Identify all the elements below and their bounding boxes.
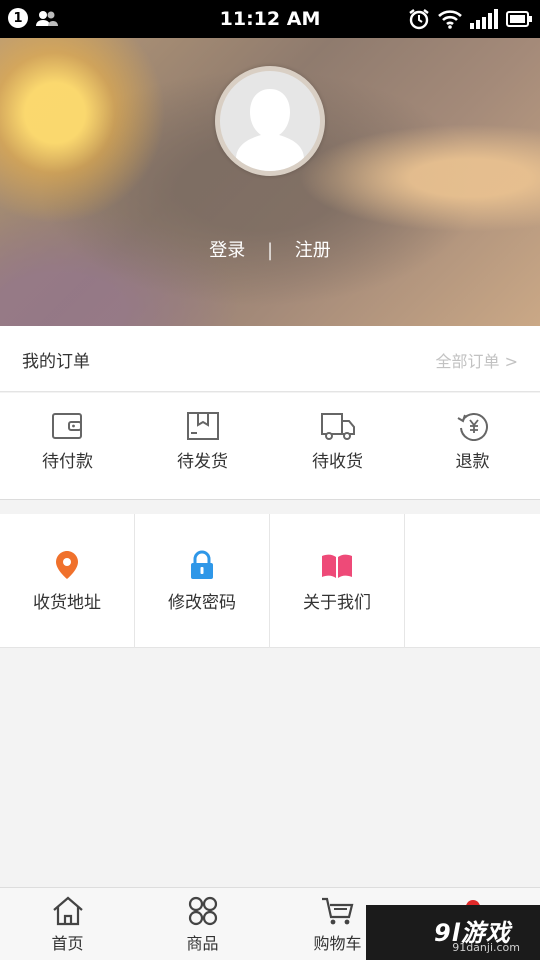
login-link[interactable]: 登录 — [209, 236, 245, 262]
tab-label: 商品 — [186, 934, 219, 953]
book-icon — [322, 554, 352, 578]
tool-label: 关于我们 — [303, 593, 371, 613]
wallet-icon — [51, 413, 82, 439]
cart-icon — [321, 897, 353, 925]
my-orders-row[interactable]: 我的订单 全部订单 > — [0, 326, 540, 392]
my-orders-title: 我的订单 — [22, 352, 90, 372]
status-label: 退款 — [455, 452, 490, 472]
refund-icon — [456, 413, 488, 441]
tab-products[interactable]: 商品 — [135, 888, 270, 960]
status-bar: 1 11:12 AM — [0, 0, 540, 38]
signal-icon — [470, 9, 498, 29]
register-link[interactable]: 注册 — [295, 236, 331, 262]
tool-label: 收货地址 — [33, 593, 101, 613]
status-pending-shipment[interactable]: 待发货 — [135, 393, 270, 499]
default-user-icon — [236, 89, 304, 171]
status-label: 待发货 — [177, 452, 228, 472]
tool-empty-slot — [405, 514, 540, 648]
site-watermark: 9l游戏 91danji.com — [366, 905, 540, 960]
auth-links: 登录 | 注册 — [0, 236, 540, 262]
status-label: 待付款 — [42, 452, 93, 472]
grid-icon — [188, 896, 217, 926]
truck-icon — [320, 413, 355, 440]
tool-label: 修改密码 — [168, 593, 236, 613]
avatar[interactable] — [215, 66, 325, 176]
status-label: 待收货 — [312, 452, 363, 472]
tab-label: 首页 — [51, 934, 84, 953]
tab-home[interactable]: 首页 — [0, 888, 135, 960]
lock-icon — [191, 550, 213, 579]
tools-grid: 收货地址 修改密码 关于我们 — [0, 514, 540, 648]
tab-label: 购物车 — [313, 934, 362, 953]
status-refund[interactable]: 退款 — [405, 393, 540, 499]
box-icon — [186, 412, 219, 440]
wifi-icon — [438, 10, 462, 29]
watermark-url: 91danji.com — [452, 941, 520, 954]
order-status-bar: 待付款 待发货 待收货 退款 — [0, 393, 540, 500]
profile-header: 登录 | 注册 — [0, 38, 540, 326]
status-pending-payment[interactable]: 待付款 — [0, 393, 135, 499]
status-pending-receipt[interactable]: 待收货 — [270, 393, 405, 499]
status-right — [408, 8, 532, 30]
tool-shipping-address[interactable]: 收货地址 — [0, 514, 135, 648]
location-pin-icon — [56, 551, 78, 579]
tool-change-password[interactable]: 修改密码 — [135, 514, 270, 648]
home-icon — [52, 896, 83, 926]
auth-separator: | — [266, 240, 274, 261]
alarm-icon — [409, 9, 429, 30]
tool-about-us[interactable]: 关于我们 — [270, 514, 405, 648]
all-orders-link[interactable]: 全部订单 > — [436, 348, 519, 372]
battery-icon — [506, 11, 532, 27]
